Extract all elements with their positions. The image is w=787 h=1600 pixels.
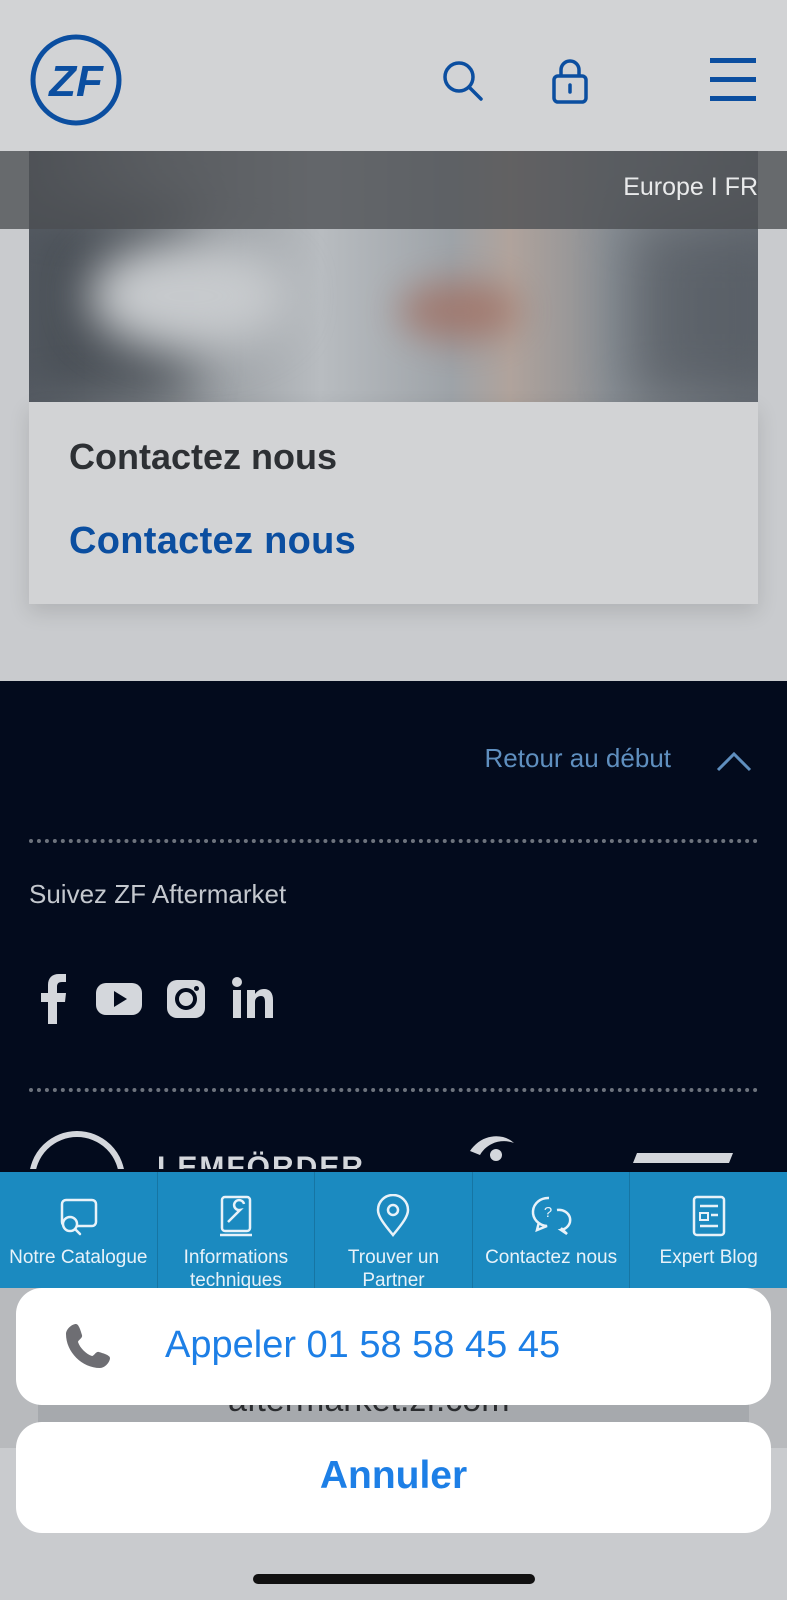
call-label: Appeler 01 58 58 45 45 (165, 1324, 561, 1366)
follow-label: Suivez ZF Aftermarket (29, 879, 287, 909)
logo-text: ZF (47, 57, 104, 106)
quicknav-label: Contactez nous (485, 1247, 618, 1268)
call-action-button[interactable]: Appeler 01 58 58 45 45 (16, 1288, 771, 1405)
lemforder-brand-logo: LEMFÖRDER (157, 1151, 365, 1169)
card-title: Contactez nous (69, 436, 338, 477)
chevron-up-icon[interactable] (715, 748, 753, 774)
instagram-icon[interactable] (166, 974, 206, 1024)
cancel-button[interactable]: Annuler (16, 1422, 771, 1533)
region-bar: Europe I FR (0, 151, 787, 229)
blog-icon (692, 1195, 725, 1237)
contact-link[interactable]: Contactez nous (69, 520, 356, 563)
lock-icon[interactable] (548, 58, 592, 104)
zf-logo[interactable]: ZF (29, 33, 123, 127)
site-footer: Retour au début Suivez ZF Aftermarket LE… (0, 681, 787, 1181)
quick-nav-bar: Notre Catalogue Informations techniques … (0, 1172, 787, 1291)
location-pin-icon (377, 1194, 410, 1237)
home-indicator (253, 1574, 535, 1584)
quicknav-item-technical-info[interactable]: Informations techniques (158, 1172, 316, 1291)
quicknav-label: Notre Catalogue (9, 1247, 148, 1268)
contact-card: Contactez nous Contactez nous (29, 402, 758, 604)
quicknav-label: Expert Blog (659, 1247, 758, 1268)
catalog-icon (61, 1198, 98, 1236)
search-icon[interactable] (440, 58, 486, 104)
cancel-label: Annuler (319, 1454, 468, 1497)
phone-icon (66, 1324, 110, 1368)
quicknav-item-blog[interactable]: Expert Blog (630, 1172, 787, 1288)
facebook-icon[interactable] (38, 974, 68, 1024)
quicknav-label: Trouver un Partner (347, 1247, 440, 1291)
divider (29, 1088, 758, 1092)
trw-brand-logo (633, 1153, 733, 1163)
zf-brand-logo (30, 1131, 124, 1169)
linkedin-icon[interactable] (231, 974, 275, 1024)
quicknav-item-contact[interactable]: ? Contactez nous (473, 1172, 631, 1288)
quicknav-label: Informations techniques (183, 1247, 289, 1291)
technical-info-icon (219, 1195, 252, 1237)
hamburger-menu-icon[interactable] (708, 55, 758, 105)
site-header: ZF (0, 0, 787, 151)
youtube-icon[interactable] (95, 974, 143, 1024)
quicknav-item-find-partner[interactable]: Trouver un Partner (315, 1172, 473, 1291)
svg-text:?: ? (544, 1204, 552, 1221)
region-selector[interactable]: Europe I FR (623, 173, 758, 202)
contact-chat-icon: ? (531, 1196, 572, 1236)
back-to-top-link[interactable]: Retour au début (485, 743, 671, 774)
divider (29, 839, 758, 843)
brand-logos: LEMFÖRDER (29, 1129, 758, 1169)
quicknav-item-catalog[interactable]: Notre Catalogue (0, 1172, 158, 1288)
sachs-brand-logo (470, 1136, 514, 1161)
